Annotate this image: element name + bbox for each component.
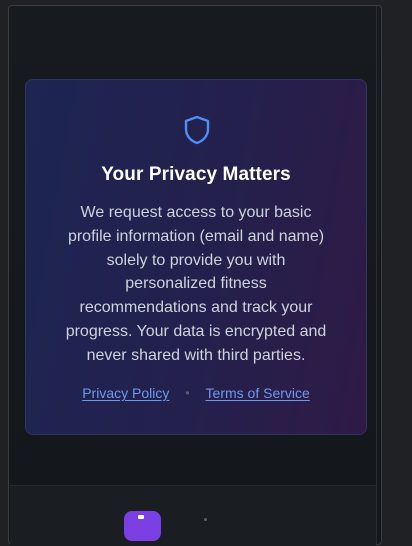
app-window: Your Privacy Matters We request access t…: [8, 5, 382, 546]
privacy-description-line: We request access to your basic: [80, 204, 312, 221]
privacy-description-line: progress. Your data is encrypted and: [65, 322, 327, 340]
shield-icon: [184, 115, 210, 145]
terms-of-service-link[interactable]: Terms of Service: [206, 385, 310, 401]
privacy-description-line: profile information (email and name): [67, 227, 325, 245]
privacy-description-line: never shared with third parties.: [86, 346, 306, 364]
scrollbar-track: [376, 6, 377, 544]
privacy-card: Your Privacy Matters We request access t…: [25, 79, 367, 435]
app-logo-icon[interactable]: [124, 511, 161, 541]
privacy-description-line: recommendations and track your: [79, 299, 313, 317]
privacy-description-line: solely to provide you with: [106, 251, 286, 269]
app-logo-mark: [138, 515, 144, 519]
policy-links: Privacy Policy • Terms of Service: [26, 385, 366, 401]
privacy-title: Your Privacy Matters: [101, 164, 291, 185]
privacy-policy-link[interactable]: Privacy Policy: [82, 385, 169, 401]
bottom-bar: [10, 486, 376, 546]
privacy-description-line: personalized fitness: [125, 275, 267, 293]
privacy-description: We request access to your basic profile …: [54, 201, 338, 368]
dot-icon: [204, 518, 207, 521]
link-separator: •: [185, 386, 190, 400]
